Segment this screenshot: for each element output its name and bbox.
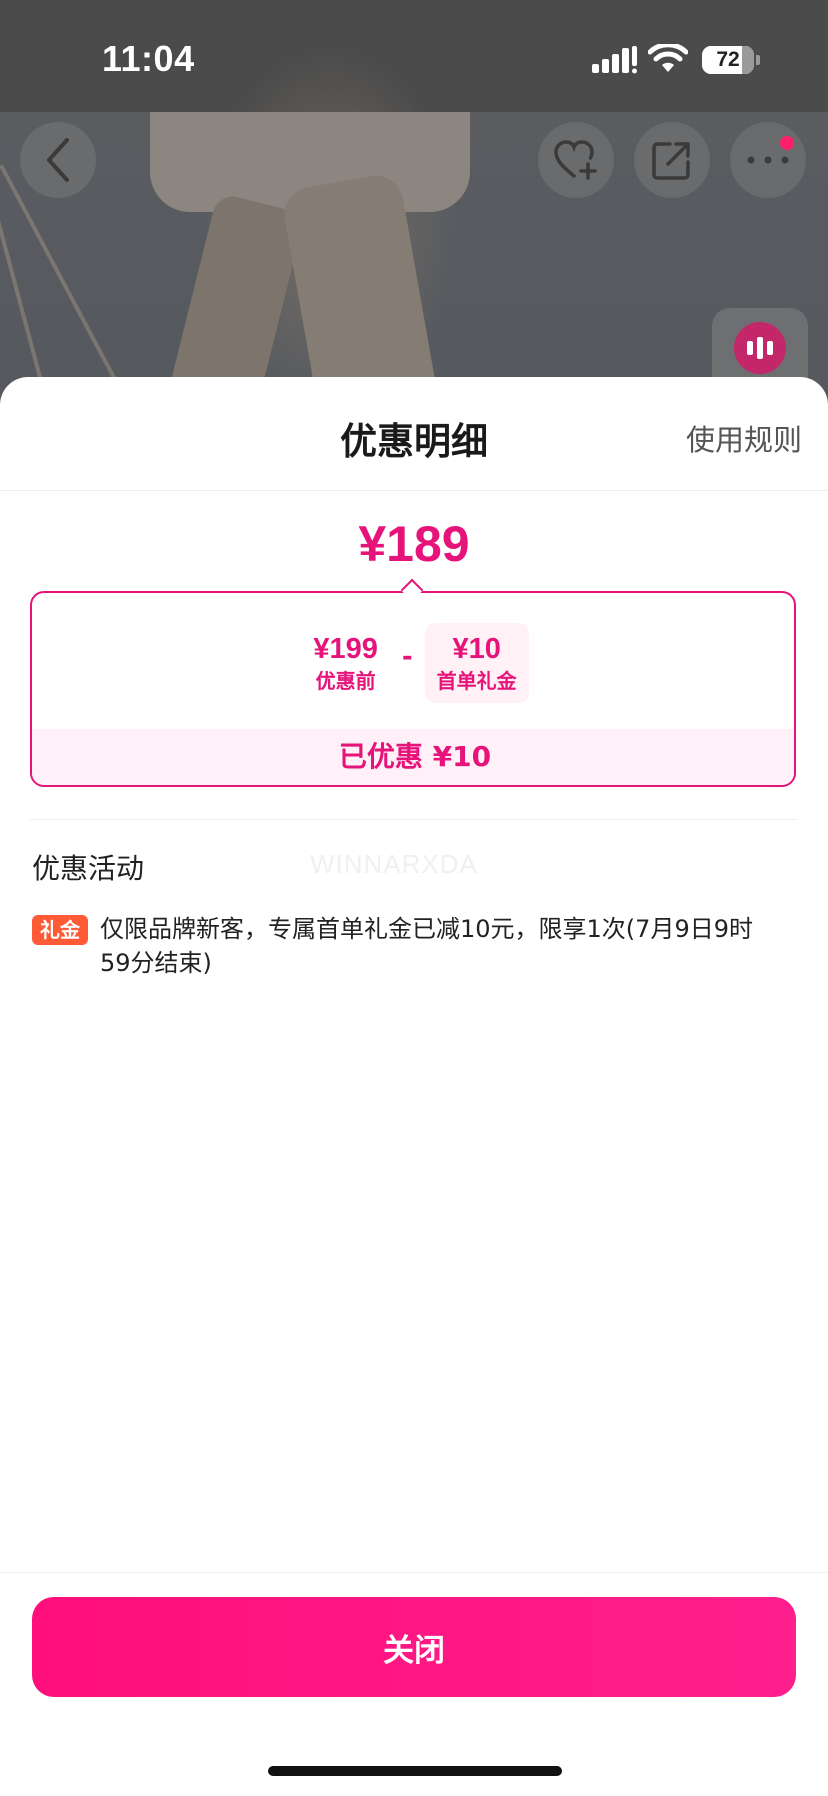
share-button[interactable] bbox=[634, 122, 710, 198]
product-photo-grass bbox=[0, 164, 125, 396]
notification-dot bbox=[780, 136, 794, 150]
back-arrow-icon bbox=[47, 138, 69, 182]
discount-value: ¥10 bbox=[452, 633, 501, 665]
promotions-section-title: 优惠活动 bbox=[32, 852, 145, 885]
minus-operator: - bbox=[401, 642, 413, 672]
discount-details-sheet: 优惠明细 使用规则 ¥189 ¥199 优惠前 - ¥10 首单礼金 已优惠 ¥… bbox=[0, 377, 828, 1796]
divider bbox=[30, 819, 796, 820]
wifi-icon bbox=[648, 44, 688, 72]
promotion-item: 礼金 仅限品牌新客，专属首单礼金已减10元，限享1次(7月9日9时59分结束) bbox=[32, 912, 798, 980]
divider bbox=[0, 490, 828, 491]
price-calculation: ¥199 优惠前 - ¥10 首单礼金 bbox=[32, 613, 794, 713]
battery-icon: 72 bbox=[702, 46, 754, 74]
battery-level: 72 bbox=[716, 48, 740, 71]
heart-plus-icon bbox=[554, 140, 597, 180]
cellular-signal-icon bbox=[592, 46, 637, 74]
product-photo-leg bbox=[164, 192, 306, 400]
close-button[interactable]: 关闭 bbox=[32, 1597, 796, 1697]
gift-tag: 礼金 bbox=[32, 915, 88, 945]
status-time: 11:04 bbox=[102, 38, 195, 79]
first-order-gift-discount: ¥10 首单礼金 bbox=[424, 623, 529, 703]
final-price: ¥189 bbox=[358, 516, 470, 572]
back-button[interactable] bbox=[20, 122, 96, 198]
share-icon bbox=[652, 142, 690, 180]
original-price: ¥199 优惠前 bbox=[301, 623, 390, 703]
bar-chart-icon bbox=[734, 322, 786, 374]
add-favorite-button[interactable] bbox=[538, 122, 614, 198]
promotion-description: 仅限品牌新客，专属首单礼金已减10元，限享1次(7月9日9时59分结束) bbox=[100, 915, 753, 977]
status-bar: 11:04 72 bbox=[0, 0, 828, 112]
price-breakdown-card: ¥199 优惠前 - ¥10 首单礼金 已优惠 ¥10 bbox=[30, 591, 796, 787]
original-price-value: ¥199 bbox=[313, 633, 378, 665]
discount-label: 首单礼金 bbox=[436, 669, 517, 693]
watermark: WINNARXDA bbox=[310, 849, 478, 879]
usage-rules-link[interactable]: 使用规则 bbox=[686, 417, 802, 459]
total-saved: 已优惠 ¥10 bbox=[32, 729, 794, 785]
more-button[interactable] bbox=[730, 122, 806, 198]
more-dots-icon bbox=[747, 156, 789, 164]
original-price-label: 优惠前 bbox=[315, 669, 376, 693]
home-indicator bbox=[268, 1766, 562, 1776]
divider bbox=[0, 1572, 828, 1573]
battery-tip bbox=[756, 55, 760, 65]
